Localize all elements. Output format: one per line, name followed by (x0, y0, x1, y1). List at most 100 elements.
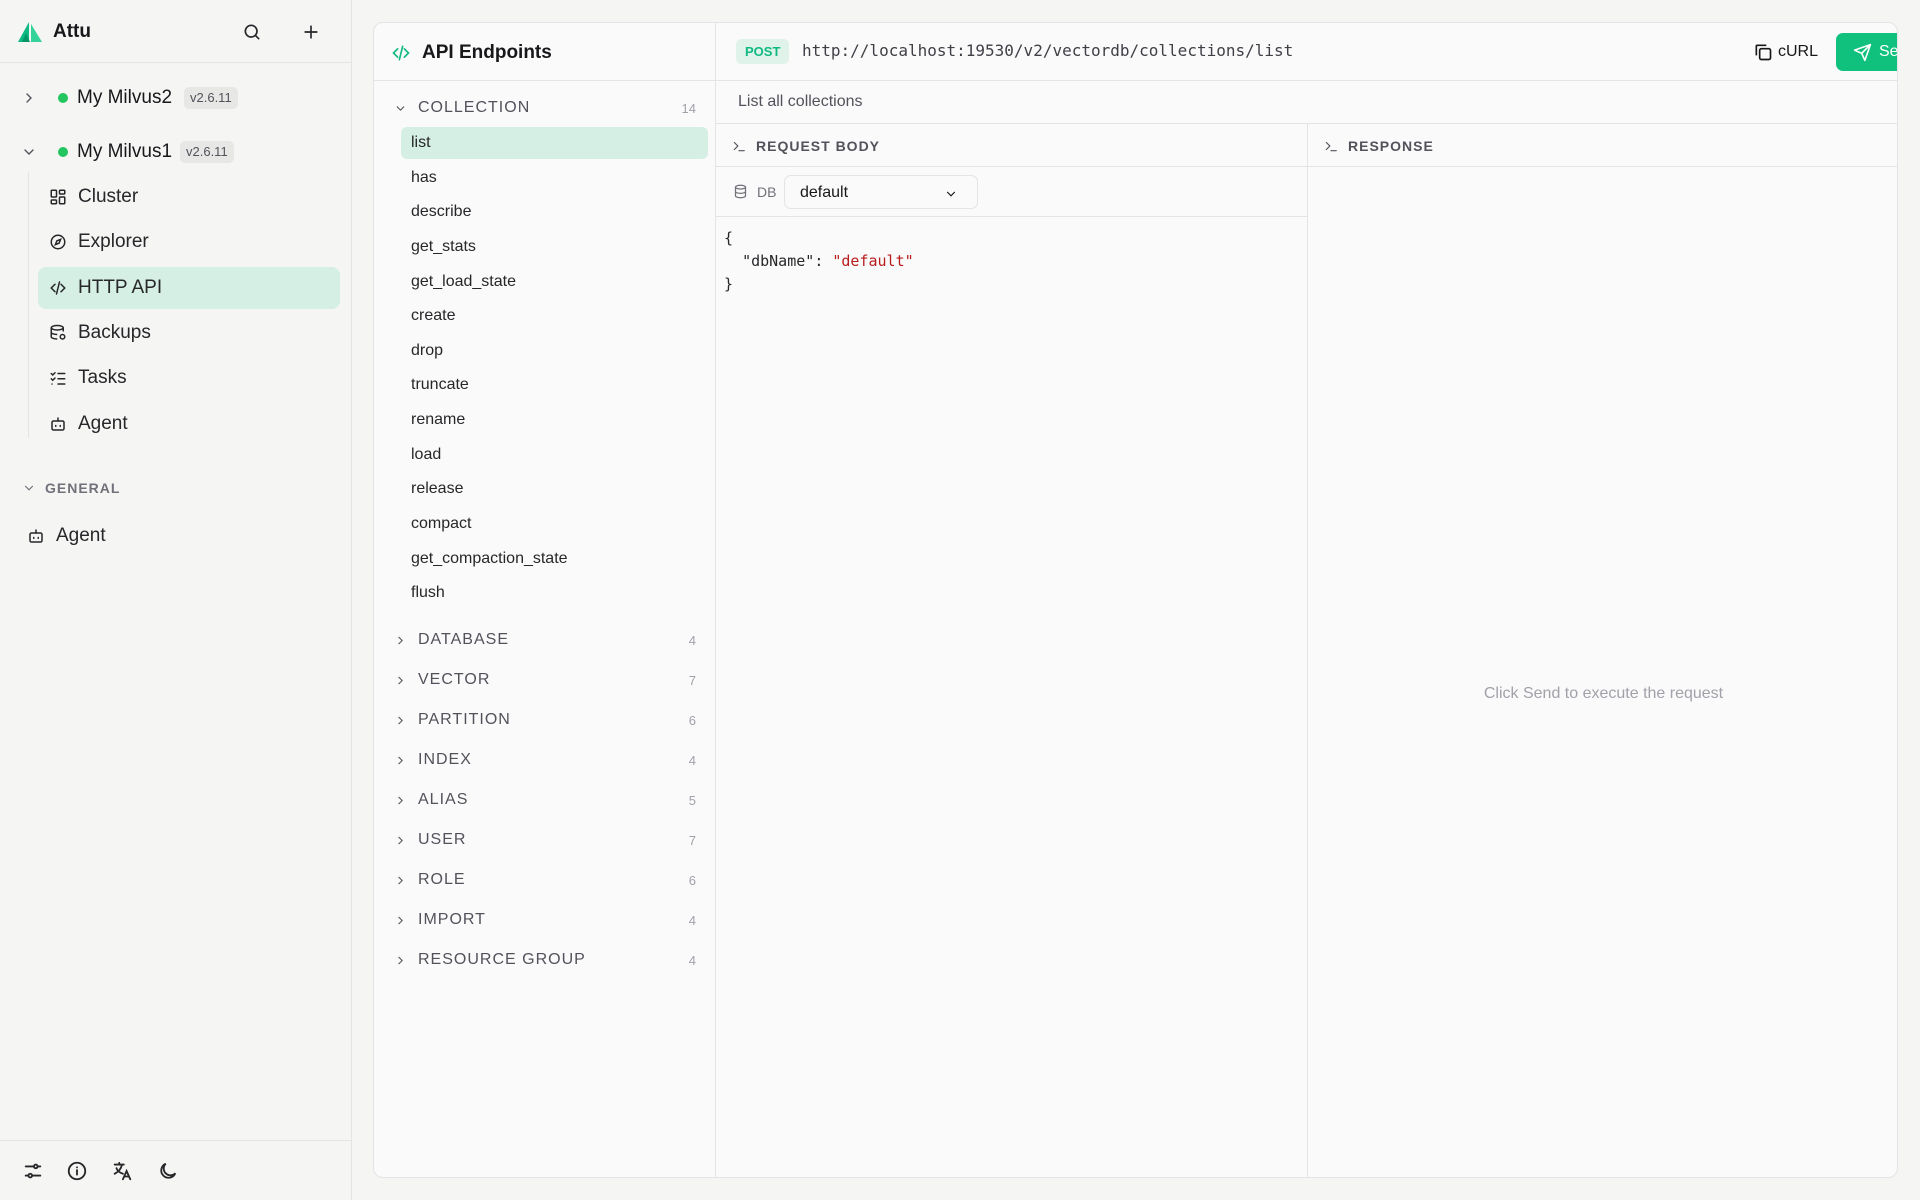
endpoint-item-drop[interactable]: drop (401, 335, 708, 367)
endpoint-group-resource-group[interactable]: RESOURCE GROUP 4 (374, 941, 716, 979)
endpoint-group-vector[interactable]: VECTOR 7 (374, 661, 716, 699)
json-key: "dbName" (742, 252, 815, 270)
terminal-icon (733, 141, 745, 152)
endpoint-item-has[interactable]: has (401, 162, 708, 194)
endpoint-item-compact[interactable]: compact (401, 508, 708, 540)
endpoint-item-describe[interactable]: describe (401, 196, 708, 228)
chevron-right-icon (398, 716, 403, 725)
endpoint-label: create (411, 307, 456, 324)
endpoint-item-load[interactable]: load (401, 439, 708, 471)
request-url-bar: POST http://localhost:19530/v2/vectordb/… (716, 23, 1897, 81)
group-count: 4 (688, 953, 696, 968)
response-panel: RESPONSE Click Send to execute the reque… (1308, 124, 1897, 1177)
app-name: Attu (53, 21, 91, 42)
nav-label: Backups (78, 322, 151, 343)
endpoint-label: truncate (411, 376, 469, 393)
endpoint-label: list (411, 134, 431, 151)
bot-icon (29, 529, 43, 543)
code-icon (392, 45, 410, 61)
translate-icon[interactable] (111, 1160, 133, 1182)
nav-item-agent[interactable]: Agent (38, 403, 340, 445)
request-body-editor[interactable]: { "dbName": "default" } (724, 227, 914, 296)
connection-name: My Milvus2 (77, 87, 173, 108)
attu-logo-icon (18, 22, 42, 42)
nav-item-backups[interactable]: Backups (38, 312, 340, 354)
nav-item-cluster[interactable]: Cluster (38, 176, 340, 218)
endpoint-group-partition[interactable]: PARTITION 6 (374, 701, 716, 739)
status-dot (58, 93, 68, 103)
group-name: RESOURCE GROUP (418, 951, 586, 968)
endpoint-group-role[interactable]: ROLE 6 (374, 861, 716, 899)
endpoint-item-list[interactable]: list (401, 127, 708, 159)
response-label: RESPONSE (1348, 138, 1434, 154)
send-button[interactable]: Send (1836, 33, 1897, 71)
group-count: 6 (688, 873, 696, 888)
endpoint-group-index[interactable]: INDEX 4 (374, 741, 716, 779)
db-select[interactable]: default (784, 175, 978, 209)
nav-label: HTTP API (78, 277, 163, 298)
terminal-icon (1325, 141, 1337, 152)
endpoint-group-import[interactable]: IMPORT 4 (374, 901, 716, 939)
endpoint-group-database[interactable]: DATABASE 4 (374, 621, 716, 659)
endpoints-header: API Endpoints (374, 23, 716, 81)
chevron-right-icon (398, 636, 403, 645)
general-section-toggle[interactable]: GENERAL (22, 480, 120, 496)
endpoint-item-get-compaction-state[interactable]: get_compaction_state (401, 543, 708, 575)
group-count: 7 (688, 673, 696, 688)
endpoint-label: rename (411, 411, 466, 428)
request-body-header: REQUEST BODY (716, 124, 1307, 167)
connection-name: My Milvus1 (77, 141, 173, 162)
group-name: COLLECTION (418, 99, 531, 116)
code-icon (50, 281, 66, 295)
endpoint-item-truncate[interactable]: truncate (401, 369, 708, 401)
search-icon (244, 24, 260, 40)
sidebar: Attu My Milvus2 v2.6.11 My Milvus1 v2.6.… (0, 0, 352, 1200)
add-connection-button[interactable] (298, 19, 324, 45)
json-value: "default" (832, 252, 914, 270)
group-count: 14 (681, 101, 696, 116)
copy-curl-button[interactable]: cURL (1744, 35, 1822, 69)
endpoint-item-rename[interactable]: rename (401, 404, 708, 436)
endpoint-group-user[interactable]: USER 7 (374, 821, 716, 859)
search-button[interactable] (239, 19, 265, 45)
moon-icon[interactable] (157, 1160, 179, 1182)
endpoint-item-get-stats[interactable]: get_stats (401, 231, 708, 263)
nav-item-tasks[interactable]: Tasks (38, 357, 340, 399)
db-selector-row: DB default (716, 167, 1308, 217)
endpoint-label: drop (411, 342, 444, 359)
general-agent-item[interactable]: Agent (17, 516, 337, 556)
endpoint-label: has (411, 169, 437, 186)
chevron-right-icon (398, 676, 403, 685)
version-badge: v2.6.11 (184, 87, 238, 109)
endpoint-item-get-load-state[interactable]: get_load_state (401, 266, 708, 298)
endpoint-group-alias[interactable]: ALIAS 5 (374, 781, 716, 819)
group-name: VECTOR (418, 671, 491, 688)
connection-my-milvus2[interactable]: My Milvus2 v2.6.11 (0, 75, 351, 121)
endpoint-label: describe (411, 203, 472, 220)
http-api-panel: API Endpoints COLLECTION 14 list has des… (373, 22, 1898, 1178)
chevron-right-icon (398, 876, 403, 885)
nav-item-http-api[interactable]: HTTP API (38, 267, 340, 309)
database-icon (734, 184, 747, 199)
chevron-down-icon (946, 191, 956, 197)
endpoint-description-bar: List all collections (716, 81, 1897, 124)
nav-item-explorer[interactable]: Explorer (38, 221, 340, 263)
group-count: 4 (688, 753, 696, 768)
endpoint-item-flush[interactable]: flush (401, 577, 708, 609)
nav-label: Cluster (78, 186, 139, 207)
connection-my-milvus1[interactable]: My Milvus1 v2.6.11 (0, 129, 351, 175)
chevron-right-icon (26, 93, 32, 103)
endpoint-item-release[interactable]: release (401, 473, 708, 505)
settings-sliders-icon[interactable] (22, 1160, 44, 1182)
plus-icon (304, 25, 318, 39)
endpoints-title: API Endpoints (422, 42, 552, 63)
response-header: RESPONSE (1308, 124, 1897, 167)
chevron-right-icon (398, 836, 403, 845)
info-icon[interactable] (66, 1160, 88, 1182)
chevron-right-icon (398, 756, 403, 765)
group-name: DATABASE (418, 631, 509, 648)
response-placeholder: Click Send to execute the request (1483, 685, 1724, 702)
endpoint-group-collection[interactable]: COLLECTION 14 (374, 89, 716, 127)
send-icon (1853, 43, 1872, 61)
endpoint-item-create[interactable]: create (401, 300, 708, 332)
